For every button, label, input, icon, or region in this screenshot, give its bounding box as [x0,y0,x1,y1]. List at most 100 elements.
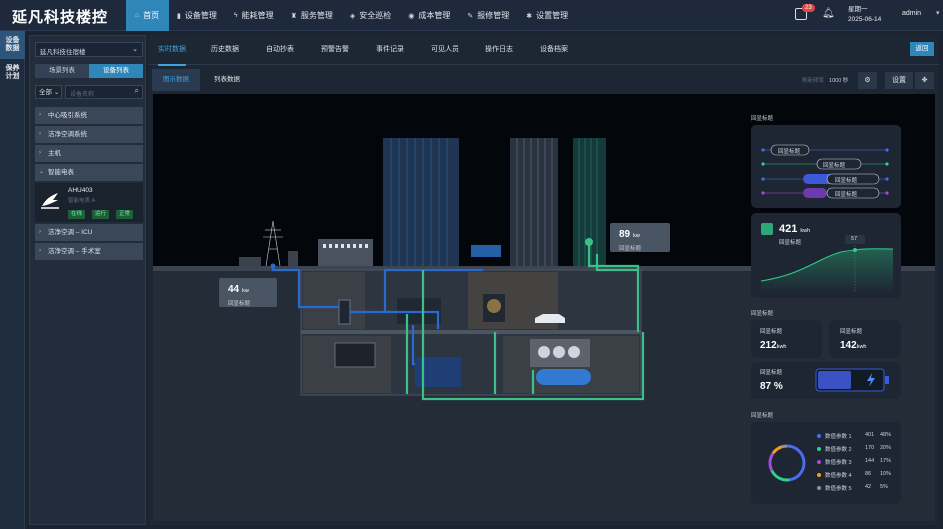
chevron-right-icon: › [39,229,41,235]
refresh-value: 1000 秒 [829,78,849,84]
metric-card: 回显标题 212kwh [751,320,822,358]
legend-value: 144 [865,458,875,464]
main-panel: 实时数据 历史数据 自动抄表 预警告警 事件记录 可见人员 操作日志 设备档案 … [149,35,939,525]
legend-name: 数值参数 2 [825,447,852,453]
building-select[interactable]: 延凡科技住宿楼 ⌄ [35,42,143,57]
rail-device-data[interactable]: 设备 数据 [0,31,25,59]
nav-item-label: 安全巡检 [359,11,392,20]
top-bar: 延凡科技楼控 ⌂ 首页 ▮ 设备管理 ϟ 能耗管理 ♜ 服务管理 ◈ 安全巡检 ◉ 成本管理 ✎ 报修管理… [0,0,943,31]
device-tree: › 中心吸引系统 › 洁净空调系统 › 主机 ⌄ 智能电表 AHU403 智能电表 A … [35,107,143,262]
chevron-down-icon[interactable]: ▾ [936,9,940,17]
nav-item[interactable]: ✱ 设置管理 [518,0,577,31]
energy-icon: ϟ [233,12,238,19]
nav-item-label: 设置管理 [536,11,569,20]
rail-maintenance-plan[interactable]: 保养 计划 [0,59,25,87]
tree-item[interactable]: › 洁净空调系统 [35,126,143,143]
tab-auto-reading[interactable]: 自动抄表 [266,35,294,65]
gear-icon[interactable]: ⚙ [858,72,877,89]
legend-percent: 48% [880,432,892,438]
nav-item-label: 能耗管理 [241,11,274,20]
type-filter-select[interactable]: 全部 ⌄ [35,85,62,99]
service-icon: ♜ [290,12,297,20]
meter-logo-icon [41,193,59,209]
nav-item-label: 首页 [143,11,160,20]
legend-item: 数值参数 5 42 5% [817,484,897,492]
tab-events[interactable]: 事件记录 [376,35,404,65]
list-switch: 场景列表 设备列表 [35,64,143,78]
building-select-value: 延凡科技住宿楼 [40,49,86,56]
tab-list-view[interactable]: 列表数据 [203,69,251,91]
rail-label: 设备 数据 [5,37,20,52]
bell-icon[interactable]: 🔔︎ [822,8,835,19]
panel-title: 回显标题 [751,413,774,419]
power-bubble-top[interactable]: 89 kw 回显标题 [610,223,670,252]
nav-item-label: 成本管理 [418,11,451,20]
metric-value: 142kwh [840,340,867,351]
brand-title: 延凡科技楼控 [12,9,109,26]
search-icon[interactable]: ⌕ [135,86,139,96]
nav-item[interactable]: ⌂ 首页 [126,0,169,31]
nav-item[interactable]: ♜ 服务管理 [283,0,342,31]
cost-icon: ◉ [408,12,415,20]
donut-slice [771,445,783,455]
tree-item[interactable]: › 洁净空调 – ICU [35,224,143,241]
metric-value: 212kwh [760,340,787,351]
power-bubble-left[interactable]: 44 kw 回显标题 [219,278,277,307]
tab-device-archive[interactable]: 设备档案 [540,35,568,65]
tab-visible-personnel[interactable]: 可见人员 [431,35,459,65]
tab-device-list[interactable]: 设备列表 [89,64,143,78]
donut-slice [770,469,790,482]
legend-dot [817,447,821,451]
device-sidebar: 延凡科技住宿楼 ⌄ 场景列表 设备列表 全部 ⌄ 设备名称 ⌕ › 中心吸引系统 … [29,35,146,525]
legend-percent: 17% [880,458,892,464]
tree-item-expanded[interactable]: ⌄ 智能电表 [35,164,143,181]
donut-slice [786,444,806,482]
nav-item[interactable]: ◉ 成本管理 [400,0,459,31]
chevron-right-icon: › [39,112,41,118]
legend-value: 401 [865,432,875,438]
legend-dot [817,460,821,464]
tab-realtime[interactable]: 实时数据 [158,35,186,66]
nav-item[interactable]: ▮ 设备管理 [169,0,226,31]
legend-value: 86 [865,471,872,477]
settings-button[interactable]: 设置 [885,72,913,89]
mail-badge: 23 [802,4,815,12]
refresh-rate[interactable]: 刷新频率 1000 秒 [802,76,848,84]
device-card[interactable]: AHU403 智能电表 A 在线 运行 正常 [35,183,143,222]
back-button[interactable]: 返回 [910,42,934,56]
power-label: 回显标题 [228,301,251,307]
search-placeholder: 设备名称 [70,92,95,98]
donut-slice [781,444,788,449]
legend-percent: 10% [880,471,892,477]
move-icon[interactable]: ✥ [915,72,934,89]
nav-item[interactable]: ϟ 能耗管理 [226,0,283,31]
tree-item-label: 洁净空调 – 手术室 [48,248,101,255]
nav-item[interactable]: ◈ 安全巡检 [342,0,400,31]
legend-item: 数值参数 1 401 48% [817,432,897,440]
tab-alarms[interactable]: 预警告警 [321,35,349,65]
legend-item: 数值参数 2 170 20% [817,445,897,453]
nav-item-label: 设备管理 [184,11,217,20]
metric-value: 87 % [760,381,783,392]
nav-item[interactable]: ✎ 报修管理 [459,0,518,31]
tab-operation-log[interactable]: 操作日志 [485,35,513,65]
metric-label: 回显标题 [760,329,783,335]
tree-item[interactable]: › 中心吸引系统 [35,107,143,124]
tree-item[interactable]: › 主机 [35,145,143,162]
metric-label: 回显标题 [840,329,863,335]
tab-history[interactable]: 历史数据 [211,35,239,65]
app-root: 延凡科技楼控 ⌂ 首页 ▮ 设备管理 ϟ 能耗管理 ♜ 服务管理 ◈ 安全巡检 ◉ 成本管理 ✎ 报修管理… [0,0,943,529]
chevron-down-icon: ⌄ [39,169,45,175]
donut-slice [768,452,775,472]
tab-scene-list[interactable]: 场景列表 [35,64,89,78]
flow-label: 回显标题 [835,178,858,184]
legend-value: 42 [865,484,872,490]
refresh-label: 刷新频率 [802,78,825,84]
flow-label: 回显标题 [778,149,801,155]
user-name[interactable]: admin [902,10,921,17]
legend-name: 数值参数 3 [825,460,852,466]
tab-diagram-view[interactable]: 图示数据 [152,69,200,91]
device-search-input[interactable]: 设备名称 [65,85,143,99]
tree-item-label: 中心吸引系统 [48,112,87,119]
tree-item[interactable]: › 洁净空调 – 手术室 [35,243,143,260]
